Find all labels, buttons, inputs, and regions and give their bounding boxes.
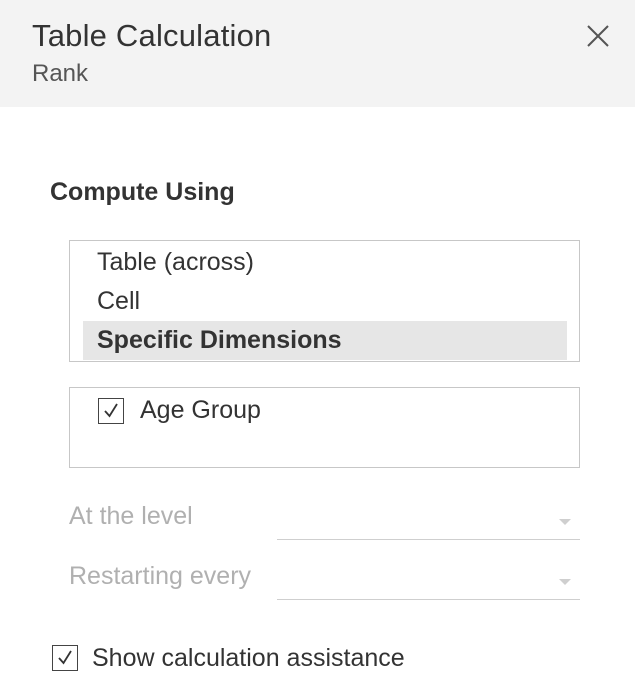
- restarting-every-label: Restarting every: [69, 562, 252, 590]
- dimensions-list: Age Group: [69, 387, 580, 468]
- restarting-every-dropdown: [277, 565, 580, 600]
- option-specific-dimensions[interactable]: Specific Dimensions: [83, 321, 567, 360]
- show-assistance-label: Show calculation assistance: [92, 644, 405, 672]
- show-assistance-checkbox[interactable]: [52, 645, 78, 671]
- at-the-level-label: At the level: [69, 502, 193, 530]
- dialog-title: Table Calculation: [32, 18, 272, 53]
- age-group-label: Age Group: [140, 396, 261, 424]
- at-the-level-dropdown: [277, 505, 580, 540]
- option-cell[interactable]: Cell: [83, 282, 567, 321]
- chevron-down-icon: [559, 579, 571, 585]
- dialog-header: Table Calculation Rank: [0, 0, 635, 107]
- chevron-down-icon: [559, 519, 571, 525]
- checkmark-icon: [104, 403, 118, 418]
- checkmark-icon: [58, 650, 72, 665]
- option-table-across[interactable]: Table (across): [83, 243, 567, 282]
- compute-using-label: Compute Using: [50, 178, 235, 206]
- age-group-checkbox[interactable]: [98, 398, 124, 424]
- dialog-subtitle: Rank: [32, 60, 89, 87]
- close-icon[interactable]: [582, 20, 614, 52]
- compute-using-listbox[interactable]: Table (across) Cell Specific Dimensions: [69, 240, 580, 362]
